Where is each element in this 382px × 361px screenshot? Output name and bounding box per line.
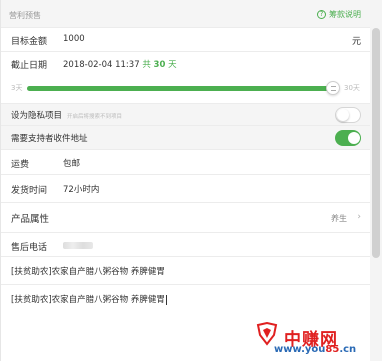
days-slider-handle[interactable] <box>326 81 340 95</box>
deadline-suffix: 天 <box>168 60 177 70</box>
target-amount-unit: 元 <box>351 37 361 47</box>
privacy-label: 设为隐私项目 <box>11 111 63 121</box>
shipping-row[interactable]: 运费 包邮 <box>1 150 371 175</box>
privacy-row: 设为隐私项目 开启后将搜索不到项目 <box>1 104 371 126</box>
slider-min-label: 3天 <box>11 84 23 92</box>
deadline-prefix: 共 <box>142 60 151 70</box>
product-attrs-label: 产品属性 <box>11 214 50 225</box>
deadline-date: 2018-02-04 11:37 <box>63 60 140 70</box>
text-line-1[interactable]: [扶贫助农]农家自产腊八粥谷物 养脾健胃 <box>1 257 371 285</box>
text-line-2[interactable]: [扶贫助农]农家自产腊八粥谷物 养脾健胃 <box>1 285 371 315</box>
scrollbar[interactable] <box>370 0 382 361</box>
slider-max-label: 30天 <box>344 84 360 92</box>
form-panel: 营利预售 ? 筹款说明 目标金额 1000 元 截止日期 2018-02-04 … <box>0 0 371 361</box>
address-toggle[interactable] <box>335 130 361 146</box>
grip-icon <box>331 86 336 91</box>
address-row: 需要支持者收件地址 <box>1 126 371 150</box>
toggle-knob <box>337 109 349 121</box>
watermark-logo-icon <box>256 322 278 346</box>
deadline-days: 30 <box>153 60 166 70</box>
chevron-right-icon: › <box>357 212 361 222</box>
question-circle-icon: ? <box>317 10 326 19</box>
target-amount-label: 目标金额 <box>11 37 48 47</box>
text-line-2-content: [扶贫助农]农家自产腊八粥谷物 养脾健胃 <box>11 293 167 305</box>
ship-time-label: 发货时间 <box>11 186 48 196</box>
panel-header: 营利预售 ? 筹款说明 <box>1 0 371 28</box>
deadline-row: 截止日期 2018-02-04 11:37 共 30 天 <box>1 52 371 104</box>
address-label: 需要支持者收件地址 <box>11 134 88 144</box>
text-line-1-content: [扶贫助农]农家自产腊八粥谷物 养脾健胃 <box>11 267 165 277</box>
shipping-value: 包邮 <box>63 159 81 169</box>
deadline-label: 截止日期 <box>11 61 48 71</box>
watermark-url-prefix: www.you <box>274 344 326 355</box>
ship-time-row[interactable]: 发货时间 72小时内 <box>1 175 371 203</box>
privacy-hint: 开启后将搜索不到项目 <box>67 114 123 120</box>
watermark-url: www.you85.cn <box>274 344 356 355</box>
days-slider-fill <box>27 86 333 91</box>
watermark-url-num: 85 <box>325 344 340 355</box>
toggle-knob <box>348 132 360 144</box>
privacy-toggle[interactable] <box>335 107 361 123</box>
phone-value-blurred <box>63 242 93 249</box>
target-amount-row[interactable]: 目标金额 1000 元 <box>1 28 371 52</box>
phone-row[interactable]: 售后电话 <box>1 233 371 257</box>
target-amount-input[interactable]: 1000 <box>63 34 85 44</box>
shipping-label: 运费 <box>11 160 30 170</box>
product-attrs-row[interactable]: 产品属性 养生 › <box>1 203 371 233</box>
ship-time-value: 72小时内 <box>63 185 100 195</box>
phone-label: 售后电话 <box>11 243 48 253</box>
scrollbar-thumb[interactable] <box>372 28 380 258</box>
text-cursor <box>165 294 167 305</box>
panel-title: 营利预售 <box>9 11 41 20</box>
help-link[interactable]: ? 筹款说明 <box>317 9 361 20</box>
text-line-2-text: [扶贫助农]农家自产腊八粥谷物 养脾健胃 <box>11 295 165 305</box>
product-attrs-value: 养生 <box>331 214 347 223</box>
help-label: 筹款说明 <box>329 10 361 19</box>
deadline-value: 2018-02-04 11:37 共 30 天 <box>63 58 177 70</box>
watermark-url-suffix: .cn <box>339 344 357 355</box>
